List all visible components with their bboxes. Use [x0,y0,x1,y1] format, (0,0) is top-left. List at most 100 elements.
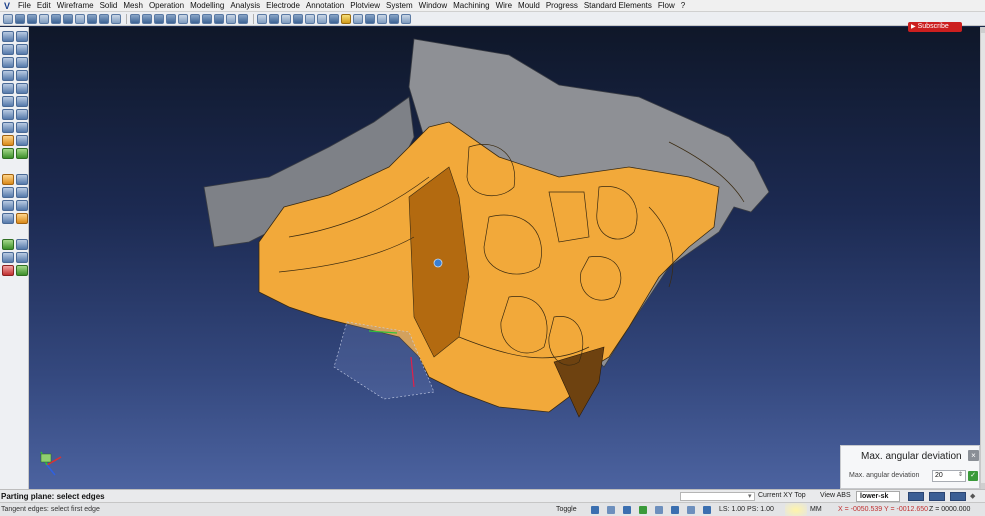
move-icon[interactable] [2,122,14,133]
spline-icon[interactable] [2,57,14,68]
section-icon[interactable] [281,13,291,24]
face-icon[interactable] [2,200,14,211]
properties-icon[interactable] [377,13,387,24]
revolve-icon[interactable] [16,148,28,159]
display-mode-icon[interactable] [908,492,924,501]
line-icon[interactable] [16,31,28,42]
new-file-icon[interactable] [3,13,13,24]
app-logo-icon[interactable]: V [2,1,12,11]
info-icon[interactable] [389,13,399,24]
layer-icon[interactable] [257,13,267,24]
menu-item-flow[interactable]: Flow [655,0,678,12]
insert-icon[interactable] [16,239,28,250]
menu-item-standard-elements[interactable]: Standard Elements [581,0,655,12]
extrude-icon[interactable] [2,148,14,159]
menu-item-plotview[interactable]: Plotview [347,0,383,12]
view-abs-label[interactable]: View ABS [820,492,851,499]
viewport-scrollbar[interactable] [980,27,985,489]
menu-item-system[interactable]: System [383,0,416,12]
view-iso-icon[interactable] [130,13,140,24]
toggle-grid-icon[interactable] [607,506,615,514]
snap-icon[interactable] [365,13,375,24]
draft-icon[interactable] [16,187,28,198]
redo-icon[interactable] [99,13,109,24]
dropdown-icon[interactable]: ▾ [748,492,752,500]
cube-icon[interactable] [2,213,14,224]
cooling-icon[interactable] [16,252,28,263]
render-mode-icon[interactable] [929,492,945,501]
pan-view-icon[interactable] [214,13,224,24]
toggle-tangent-icon[interactable] [671,506,679,514]
selection-mode-icon[interactable] [341,13,351,24]
toggle-ortho-icon[interactable] [639,506,647,514]
split-icon[interactable] [16,174,28,185]
point-icon[interactable] [2,31,14,42]
open-file-icon[interactable] [15,13,25,24]
spinner-icon[interactable]: ⇕ [958,471,963,478]
menu-item-file[interactable]: File [15,0,34,12]
measure-icon[interactable] [269,13,279,24]
shade-mode-icon[interactable] [226,13,236,24]
mould-base-icon[interactable] [2,239,14,250]
print-icon[interactable] [39,13,49,24]
scroll-up-icon[interactable] [981,27,985,33]
rotate-icon[interactable] [16,122,28,133]
menu-item-mould[interactable]: Mould [515,0,543,12]
menu-item-machining[interactable]: Machining [450,0,492,12]
toggle-dimension-icon[interactable] [703,506,711,514]
fillet-icon[interactable] [2,96,14,107]
units-label[interactable]: MM [810,506,822,513]
command-input[interactable] [680,492,755,501]
menu-item-progress[interactable]: Progress [543,0,581,12]
3d-viewport[interactable] [29,27,980,489]
view-side-icon[interactable] [166,13,176,24]
mirror-icon[interactable] [2,109,14,120]
zoom-fit-icon[interactable] [178,13,188,24]
arc-icon[interactable] [2,44,14,55]
checkmark-icon[interactable]: ✓ [968,471,978,481]
rectangle-icon[interactable] [16,57,28,68]
grid-icon[interactable] [353,13,363,24]
offset-icon[interactable] [16,70,28,81]
filter-icon[interactable] [317,13,327,24]
close-icon[interactable]: × [968,450,979,461]
subscribe-button[interactable]: ▶ Subscribe [908,22,962,32]
undo-icon[interactable] [87,13,97,24]
menu-item-electrode[interactable]: Electrode [263,0,303,12]
copy-entity-icon[interactable] [16,109,28,120]
toggle-button[interactable]: Toggle [556,506,577,513]
shell-icon[interactable] [2,187,14,198]
menu-item-wireframe[interactable]: Wireframe [54,0,97,12]
current-view-label[interactable]: Current XY Top [758,492,806,499]
trim-icon[interactable] [2,83,14,94]
show-icon[interactable] [305,13,315,24]
menu-item-analysis[interactable]: Analysis [227,0,263,12]
delete-icon[interactable] [111,13,121,24]
settings-icon[interactable] [401,13,411,24]
menu-item-window[interactable]: Window [416,0,450,12]
menu-item-help[interactable]: ? [678,0,688,12]
ejector-icon[interactable] [2,252,14,263]
chamfer-icon[interactable] [16,96,28,107]
toggle-layer-icon[interactable] [687,506,695,514]
view-front-icon[interactable] [154,13,164,24]
boolean-icon[interactable] [2,174,14,185]
paste-icon[interactable] [75,13,85,24]
menu-item-operation[interactable]: Operation [146,0,187,12]
view-top-icon[interactable] [142,13,152,24]
rotate-view-icon[interactable] [202,13,212,24]
hide-icon[interactable] [293,13,303,24]
circle-icon[interactable] [16,44,28,55]
polygon-icon[interactable] [2,70,14,81]
analysis-icon[interactable] [2,265,14,276]
electrode-icon[interactable] [16,265,28,276]
surface-icon[interactable] [2,135,14,146]
cut-icon[interactable] [51,13,61,24]
zoom-window-icon[interactable] [190,13,200,24]
menu-item-edit[interactable]: Edit [34,0,54,12]
menu-item-annotation[interactable]: Annotation [303,0,347,12]
parting-icon[interactable] [16,213,28,224]
extend-icon[interactable] [16,83,28,94]
toggle-select-icon[interactable] [591,506,599,514]
save-icon[interactable] [27,13,37,24]
